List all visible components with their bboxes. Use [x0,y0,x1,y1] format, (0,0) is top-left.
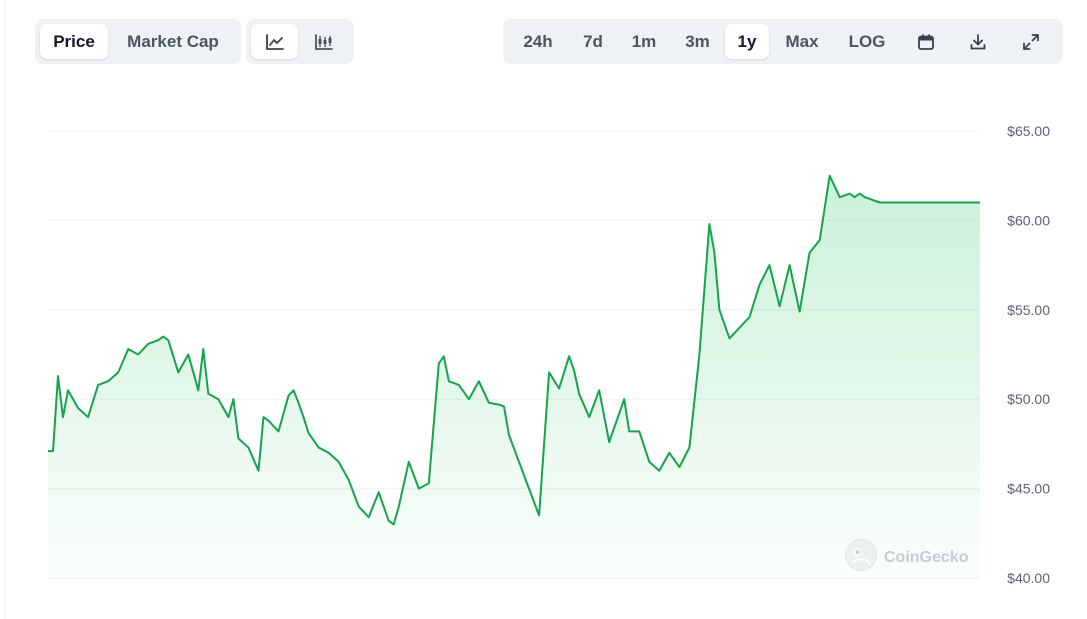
price-area-fill [48,175,980,578]
y-tick-label: $45.00 [1007,481,1050,497]
price-chart[interactable]: $40.00 $45.00 $50.00 $55.00 $60.00 $65.00 [0,0,1087,619]
y-tick-label: $40.00 [1007,570,1050,586]
watermark-text: CoinGecko [884,548,969,566]
coingecko-logo-icon [844,538,878,577]
coingecko-watermark: CoinGecko [844,538,968,577]
y-tick-label: $50.00 [1007,391,1050,407]
y-tick-label: $65.00 [1007,123,1050,139]
y-tick-label: $55.00 [1007,302,1050,318]
y-tick-label: $60.00 [1007,212,1050,228]
